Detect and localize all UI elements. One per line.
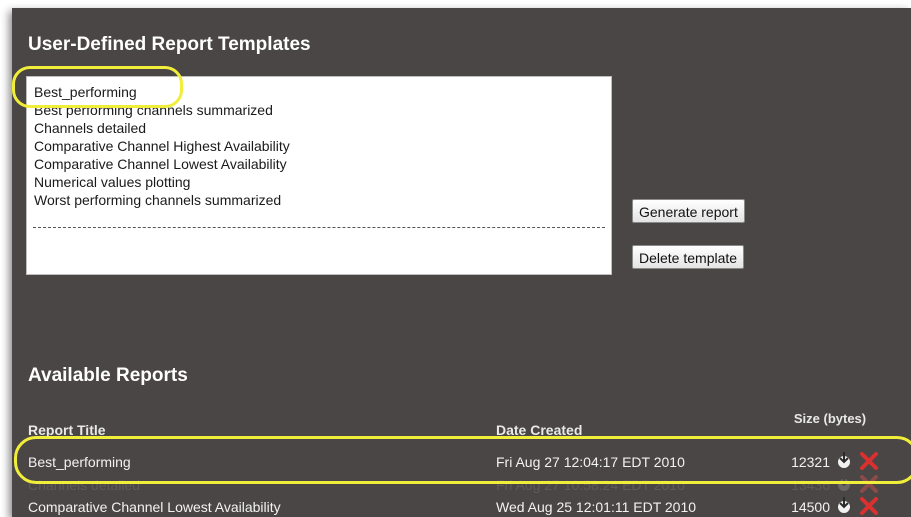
template-item[interactable]: Channels detailed [34,119,146,137]
template-item[interactable]: Comparative Channel Highest Availability [34,137,290,155]
download-icon[interactable] [835,451,853,469]
generate-report-button[interactable]: Generate report [632,199,745,223]
report-size: 12321 [791,454,830,470]
delete-x-icon[interactable] [859,474,879,494]
templates-listbox[interactable]: Best_performing Best performing channels… [26,76,612,275]
delete-template-button[interactable]: Delete template [632,245,745,269]
templates-section-title: User-Defined Report Templates [28,34,311,55]
report-title-link[interactable]: Comparative Channel Lowest Availability [28,499,281,515]
report-date: Fri Aug 27 12:04:17 EDT 2010 [496,454,685,470]
table-row: Comparative Channel Lowest Availability … [12,496,911,517]
template-list-separator [33,227,605,228]
report-size: 14500 [791,499,830,515]
template-item[interactable]: Best performing channels summarized [34,101,273,119]
download-icon[interactable] [835,474,853,492]
download-icon[interactable] [835,496,853,514]
template-item[interactable]: Numerical values plotting [34,173,190,191]
delete-x-icon[interactable] [859,451,879,471]
report-title-link[interactable]: Channels detailed [28,477,140,493]
report-date: Wed Aug 25 12:01:11 EDT 2010 [496,499,697,515]
template-item[interactable]: Best_performing [34,83,137,101]
report-title-link[interactable]: Best_performing [28,454,131,470]
table-row: Channels detailed Fri Aug 27 10:58:24 ED… [12,474,911,499]
template-item[interactable]: Worst performing channels summarized [34,191,281,209]
delete-x-icon[interactable] [859,496,879,516]
column-header-report-title: Report Title [28,422,106,438]
column-header-date-created: Date Created [496,422,583,438]
report-size: 13436 [791,477,830,493]
table-row: Best_performing Fri Aug 27 12:04:17 EDT … [12,451,911,476]
template-item[interactable]: Comparative Channel Lowest Availability [34,155,287,173]
column-header-size: Size (bytes) [793,411,867,426]
available-reports-title: Available Reports [28,365,188,386]
reports-panel: User-Defined Report Templates Best_perfo… [12,8,911,517]
report-date: Fri Aug 27 10:58:24 EDT 2010 [496,477,685,493]
